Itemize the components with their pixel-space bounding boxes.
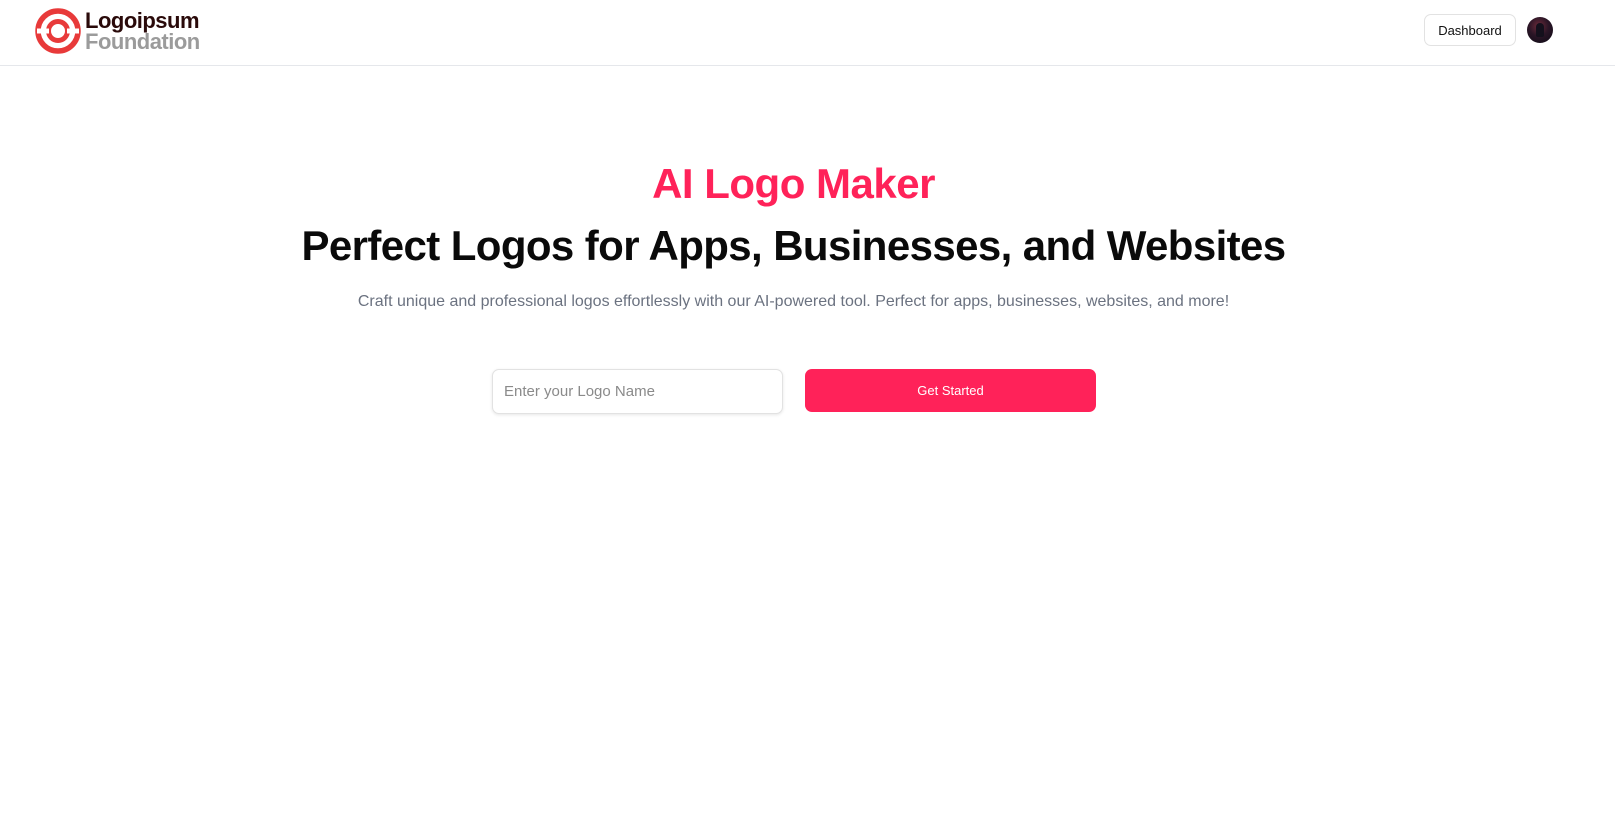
- logoipsum-ring-icon: [35, 8, 81, 54]
- page-title: Perfect Logos for Apps, Businesses, and …: [301, 222, 1286, 269]
- user-avatar[interactable]: [1527, 17, 1553, 43]
- dashboard-button[interactable]: Dashboard: [1424, 14, 1516, 46]
- brand-name-line2: Foundation: [85, 29, 200, 54]
- top-navigation-bar: Logoipsum Foundation Dashboard: [0, 0, 1615, 66]
- hero-subtitle: Craft unique and professional logos effo…: [357, 293, 1230, 310]
- get-started-button[interactable]: Get Started: [805, 369, 1096, 412]
- brand-name-line1: Logoipsum: [85, 8, 200, 33]
- brand-wordmark: Logoipsum Foundation: [85, 8, 200, 54]
- hero-eyebrow: AI Logo Maker: [652, 160, 935, 207]
- brand-logo[interactable]: Logoipsum Foundation: [35, 8, 200, 54]
- logo-name-input[interactable]: [492, 369, 783, 414]
